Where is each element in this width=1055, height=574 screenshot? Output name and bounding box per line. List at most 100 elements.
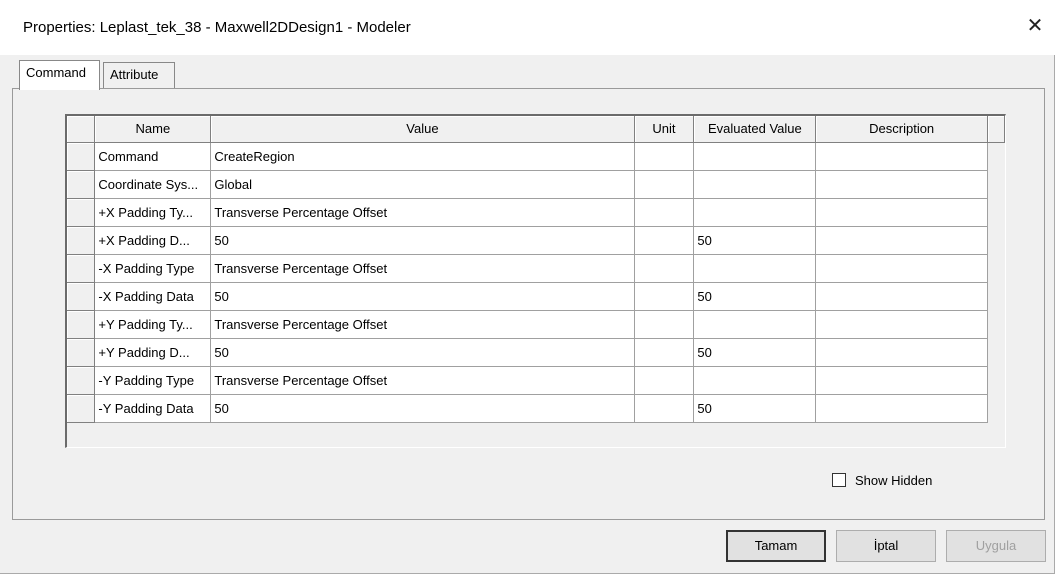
cell-name[interactable]: -Y Padding Type [94,366,212,395]
cell-unit[interactable] [634,226,695,255]
cell-value[interactable]: 50 [210,394,635,423]
cell-value[interactable]: Global [210,170,635,199]
cell-name[interactable]: -X Padding Data [94,282,212,311]
cell-evaluated-value[interactable] [693,198,817,227]
cell-name[interactable]: +X Padding D... [94,226,212,255]
row-filler [987,170,1005,198]
cell-description[interactable] [815,142,988,171]
cell-value[interactable]: Transverse Percentage Offset [210,198,635,227]
cell-name[interactable]: -Y Padding Data [94,394,212,423]
grid-header-row: Name Value Unit Evaluated Value Descript… [67,116,1006,143]
row-header[interactable] [67,366,96,395]
header-filler [987,116,1006,143]
cell-evaluated-value[interactable]: 50 [693,338,817,367]
cell-description[interactable] [815,310,988,339]
column-header-name[interactable]: Name [94,116,212,143]
cell-value[interactable]: 50 [210,226,635,255]
cell-evaluated-value[interactable] [693,142,817,171]
column-header-description[interactable]: Description [815,116,988,143]
row-header[interactable] [67,226,96,255]
cell-evaluated-value[interactable]: 50 [693,226,817,255]
cell-unit[interactable] [634,394,695,423]
cell-unit[interactable] [634,142,695,171]
window-title: Properties: Leplast_tek_38 - Maxwell2DDe… [23,19,411,36]
show-hidden-option[interactable]: Show Hidden [832,471,932,489]
cell-description[interactable] [815,254,988,283]
ok-button[interactable]: Tamam [726,530,826,562]
cell-unit[interactable] [634,170,695,199]
apply-button[interactable]: Uygula [946,530,1046,562]
row-header[interactable] [67,170,96,199]
cell-description[interactable] [815,170,988,199]
cell-name[interactable]: -X Padding Type [94,254,212,283]
close-icon[interactable]: ✕ [1024,14,1046,36]
row-header[interactable] [67,310,96,339]
title-bar: Properties: Leplast_tek_38 - Maxwell2DDe… [0,0,1055,55]
table-row[interactable]: -Y Padding Type Transverse Percentage Off… [67,366,1005,395]
row-filler [987,366,1005,394]
row-header[interactable] [67,394,96,423]
properties-table: Name Value Unit Evaluated Value Descript… [67,116,1006,423]
cell-unit[interactable] [634,282,695,311]
table-row[interactable]: -Y Padding Data 50 50 [67,394,1005,423]
cell-evaluated-value[interactable] [693,254,817,283]
table-row[interactable]: +Y Padding Ty... Transverse Percentage Of… [67,310,1005,339]
cell-evaluated-value[interactable]: 50 [693,282,817,311]
cell-unit[interactable] [634,198,695,227]
cell-evaluated-value[interactable] [693,170,817,199]
table-row[interactable]: +X Padding D... 50 50 [67,226,1005,255]
row-filler [987,394,1005,422]
cell-description[interactable] [815,366,988,395]
show-hidden-label: Show Hidden [855,472,933,488]
cell-value[interactable]: Transverse Percentage Offset [210,254,635,283]
tab-command[interactable]: Command [19,60,100,90]
cancel-button[interactable]: İptal [836,530,936,562]
table-row[interactable]: Command CreateRegion [67,142,1005,171]
cell-description[interactable] [815,394,988,423]
row-filler [987,142,1005,170]
cell-description[interactable] [815,198,988,227]
table-row[interactable]: -X Padding Data 50 50 [67,282,1005,311]
row-header[interactable] [67,254,96,283]
cell-name[interactable]: +Y Padding D... [94,338,212,367]
cell-unit[interactable] [634,366,695,395]
cell-name[interactable]: Command [94,142,212,171]
cell-evaluated-value[interactable] [693,310,817,339]
row-filler [987,282,1005,310]
properties-grid: Name Value Unit Evaluated Value Descript… [65,114,1006,448]
cell-evaluated-value[interactable]: 50 [693,394,817,423]
row-header[interactable] [67,198,96,227]
cell-unit[interactable] [634,338,695,367]
cell-value[interactable]: 50 [210,338,635,367]
cell-value[interactable]: Transverse Percentage Offset [210,310,635,339]
row-header[interactable] [67,142,96,171]
table-row[interactable]: Coordinate Sys... Global [67,170,1005,199]
row-header[interactable] [67,338,96,367]
table-row[interactable]: -X Padding Type Transverse Percentage Off… [67,254,1005,283]
cell-description[interactable] [815,226,988,255]
cell-value[interactable]: CreateRegion [210,142,635,171]
cell-unit[interactable] [634,310,695,339]
row-filler [987,310,1005,338]
cell-value[interactable]: Transverse Percentage Offset [210,366,635,395]
cell-evaluated-value[interactable] [693,366,817,395]
row-filler [987,198,1005,226]
cell-unit[interactable] [634,254,695,283]
tab-attribute[interactable]: Attribute [103,62,175,88]
properties-dialog: Properties: Leplast_tek_38 - Maxwell2DDe… [0,0,1055,574]
cell-description[interactable] [815,338,988,367]
column-header-evaluated-value[interactable]: Evaluated Value [693,116,817,143]
row-filler [987,226,1005,254]
cell-description[interactable] [815,282,988,311]
cell-name[interactable]: Coordinate Sys... [94,170,212,199]
column-header-value[interactable]: Value [210,116,635,143]
table-row[interactable]: +Y Padding D... 50 50 [67,338,1005,367]
cell-name[interactable]: +X Padding Ty... [94,198,212,227]
table-row[interactable]: +X Padding Ty... Transverse Percentage Of… [67,198,1005,227]
row-header[interactable] [67,282,96,311]
row-filler [987,338,1005,366]
cell-value[interactable]: 50 [210,282,635,311]
show-hidden-checkbox[interactable] [832,473,846,487]
column-header-unit[interactable]: Unit [634,116,695,143]
cell-name[interactable]: +Y Padding Ty... [94,310,212,339]
